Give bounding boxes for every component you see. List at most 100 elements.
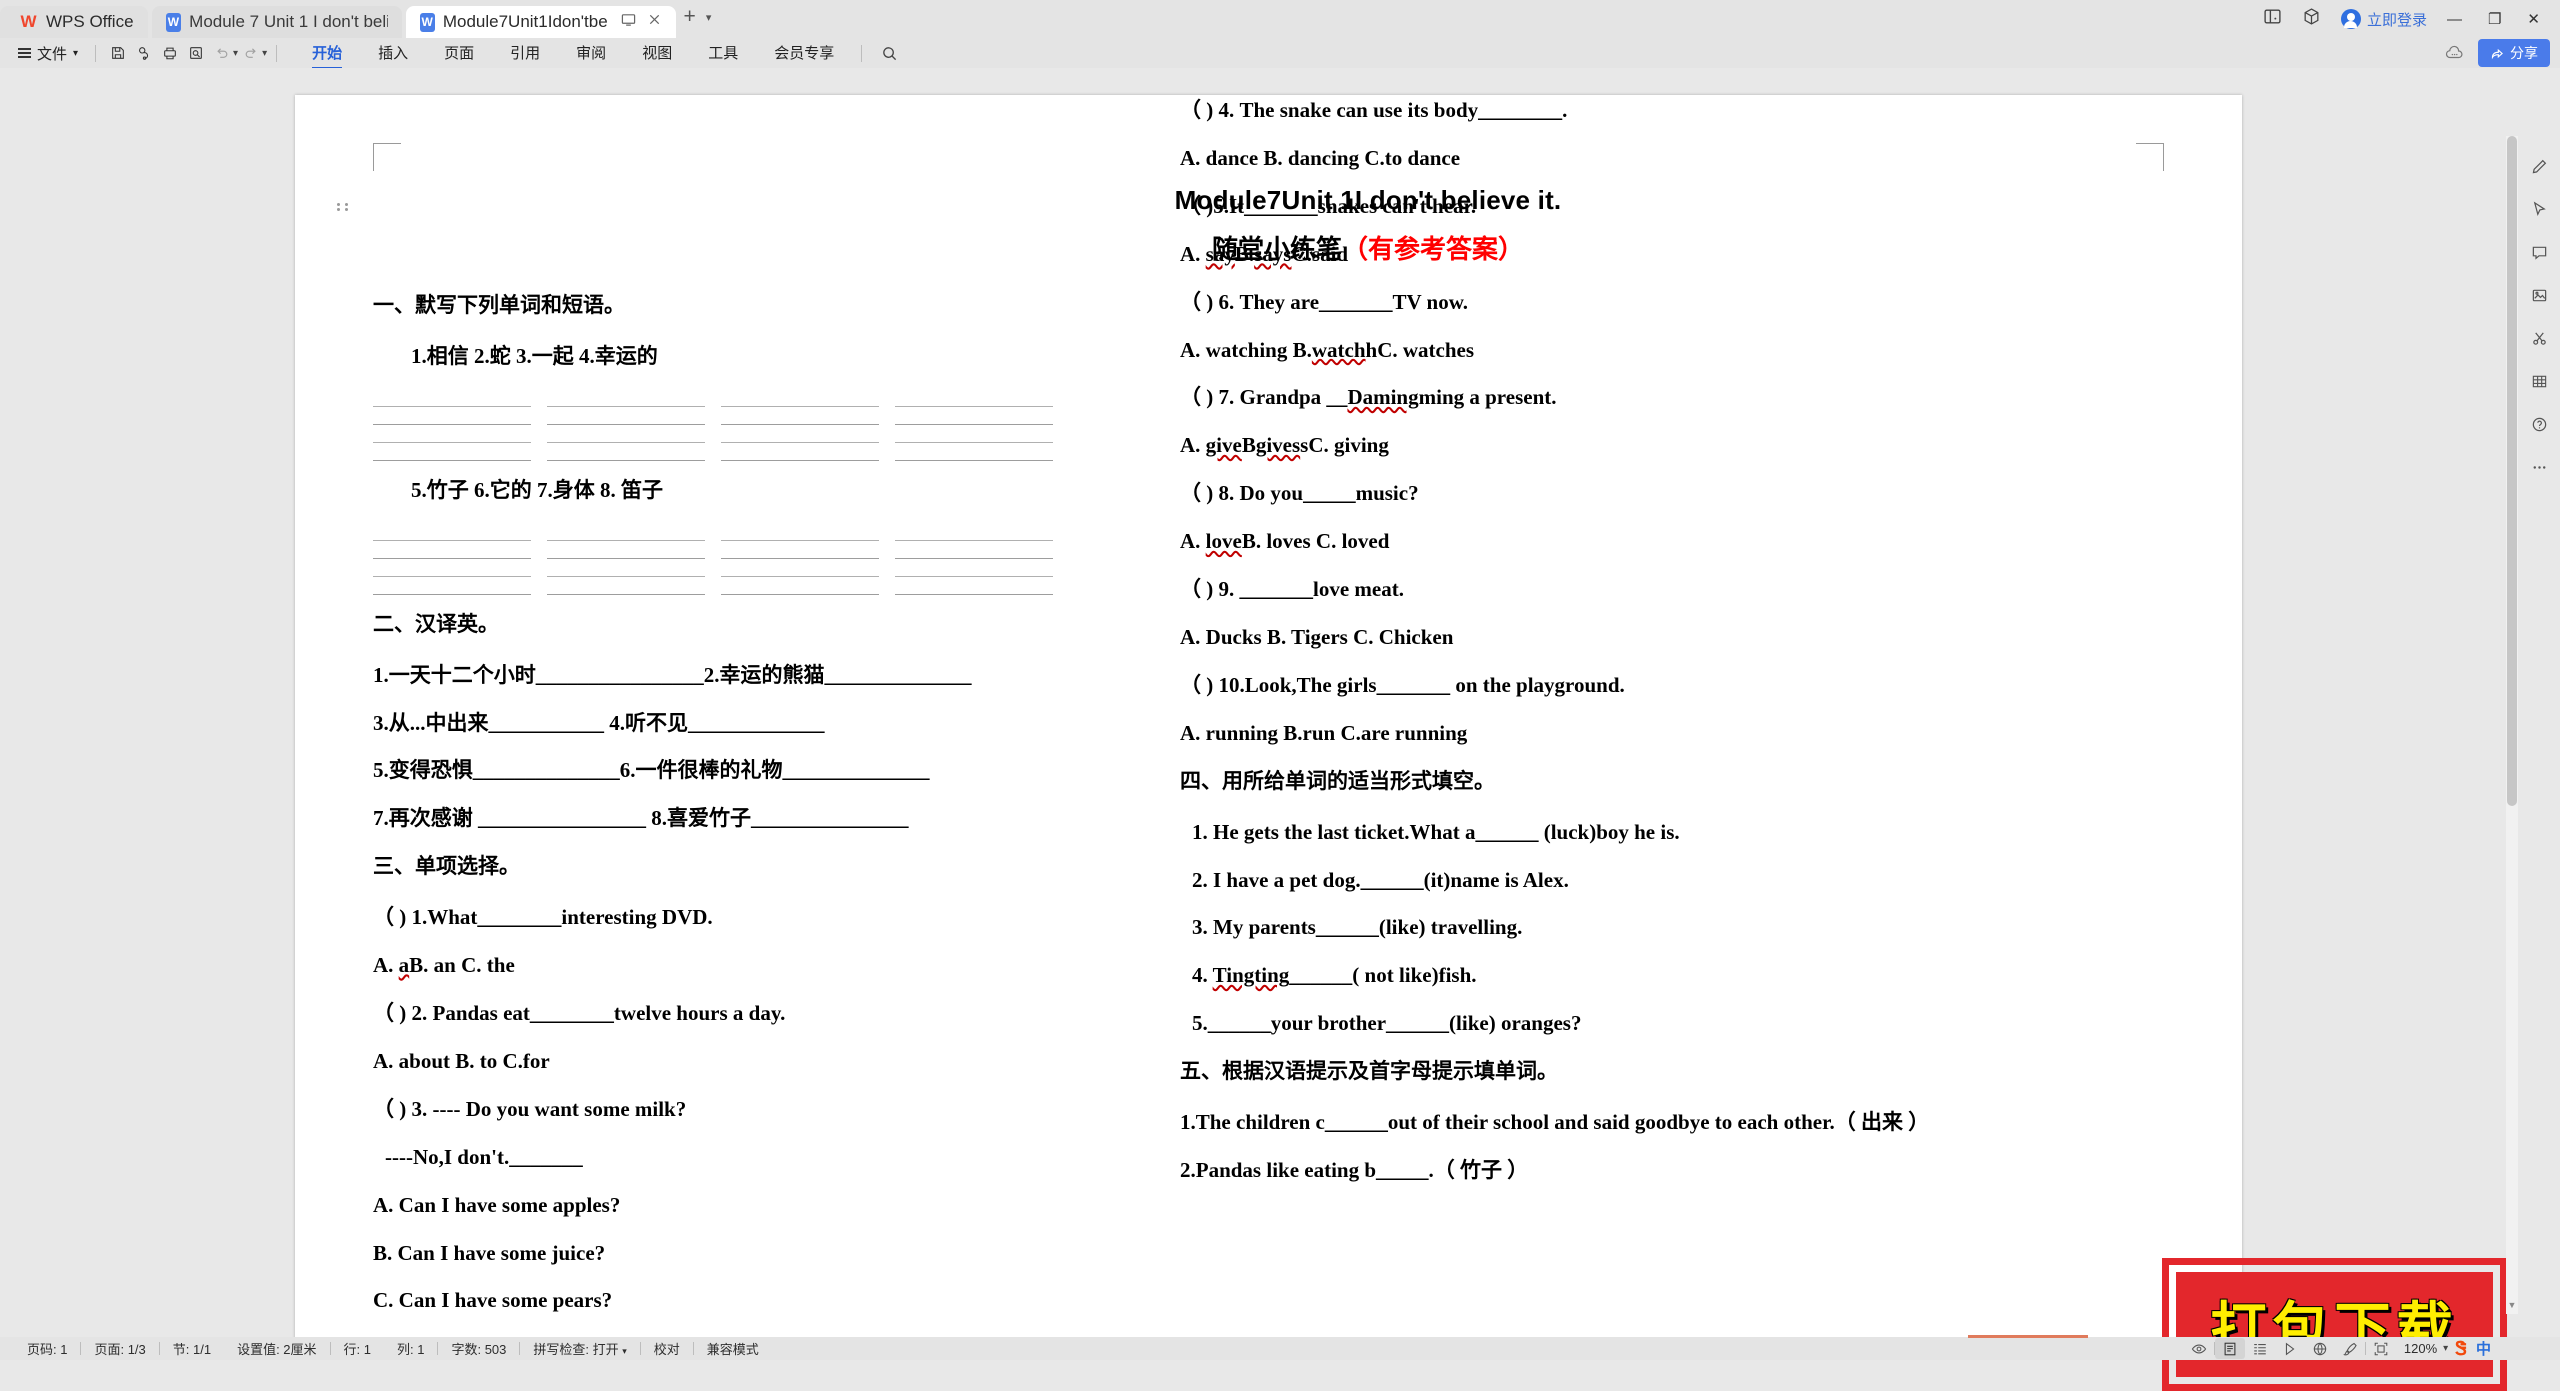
answer-blank[interactable]	[373, 443, 531, 461]
tab-insert[interactable]: 插入	[360, 38, 426, 68]
more-options-icon[interactable]	[2527, 455, 2551, 479]
print-icon[interactable]	[157, 42, 183, 64]
vertical-scrollbar[interactable]: ▲ ▼	[2506, 136, 2518, 1314]
print-preview-icon[interactable]	[183, 42, 209, 64]
file-menu-button[interactable]: 文件 ▾	[10, 43, 86, 64]
help-icon[interactable]	[2527, 412, 2551, 436]
share-button[interactable]: 分享	[2478, 39, 2550, 67]
answer-blank[interactable]	[547, 443, 705, 461]
eye-visibility-icon[interactable]	[2184, 1338, 2214, 1359]
document-tab-1[interactable]: W Module 7 Unit 1 I don't believe it	[152, 6, 402, 38]
maximize-button[interactable]: ❐	[2488, 10, 2501, 28]
answer-blank[interactable]	[373, 425, 531, 443]
status-word-count[interactable]: 字数: 503	[438, 1339, 519, 1358]
wps-office-tab[interactable]: W WPS Office	[0, 6, 148, 38]
answer-blank[interactable]	[895, 577, 1053, 595]
answer-blank[interactable]	[373, 389, 531, 407]
answer-blank[interactable]	[373, 407, 531, 425]
document-line: 1.相信 2.蛇 3.一起 4.幸运的	[373, 341, 1053, 373]
answer-blank[interactable]	[895, 541, 1053, 559]
answer-blank[interactable]	[373, 577, 531, 595]
close-window-button[interactable]: ✕	[2527, 10, 2540, 28]
answer-blank[interactable]	[547, 407, 705, 425]
answer-blank[interactable]	[373, 541, 531, 559]
new-tab-button[interactable]: +	[680, 5, 706, 33]
answer-blank[interactable]	[373, 523, 531, 541]
document-line: A. aB. an C. the	[373, 950, 1053, 982]
undo-icon[interactable]	[209, 42, 235, 64]
answer-blank[interactable]	[547, 559, 705, 577]
view-reading-icon[interactable]	[2275, 1338, 2305, 1359]
answer-blank[interactable]	[895, 523, 1053, 541]
document-tab-2[interactable]: W Module7Unit1Idon'tbelievei	[406, 6, 676, 38]
ime-language-indicator[interactable]: 中	[2476, 1338, 2491, 1359]
comment-icon[interactable]	[2527, 240, 2551, 264]
wps-office-tab-label: WPS Office	[46, 12, 134, 32]
answer-blank[interactable]	[895, 407, 1053, 425]
redo-icon[interactable]	[238, 42, 264, 64]
save-icon[interactable]	[105, 42, 131, 64]
document-line: A. loveB. loves C. loved	[1180, 526, 2170, 558]
answer-blank[interactable]	[547, 577, 705, 595]
sogou-ime-icon[interactable]: Ꮥ	[2455, 1338, 2467, 1360]
edit-pencil-icon[interactable]	[2527, 154, 2551, 178]
cloud-sync-icon[interactable]	[131, 42, 157, 64]
search-icon[interactable]	[881, 45, 898, 62]
cube-3d-icon[interactable]	[2302, 7, 2321, 31]
menu-bar: 文件 ▾ ▾ ▾ 开始 插入 页面 引用 审阅 视图 工具 会员专享 分享	[0, 38, 2560, 68]
sidebar-toggle-icon[interactable]	[2263, 7, 2282, 31]
answer-blank[interactable]	[547, 389, 705, 407]
tab-page[interactable]: 页面	[426, 38, 492, 68]
answer-blank[interactable]	[721, 523, 879, 541]
scrollbar-thumb[interactable]	[2507, 136, 2517, 806]
answer-blank[interactable]	[721, 425, 879, 443]
tab-start[interactable]: 开始	[294, 38, 360, 68]
view-brush-icon[interactable]	[2335, 1338, 2365, 1359]
answer-blank[interactable]	[721, 407, 879, 425]
answer-blank[interactable]	[547, 523, 705, 541]
cloud-status-icon[interactable]	[2444, 42, 2466, 64]
document-page[interactable]: Module7Unit 1I don't believe it. 随堂小练笔（有…	[295, 95, 2242, 1345]
view-page-layout-icon[interactable]	[2215, 1338, 2245, 1359]
view-web-icon[interactable]	[2305, 1338, 2335, 1359]
tab-review[interactable]: 审阅	[558, 38, 624, 68]
tab-list-chevron-down-icon[interactable]: ▾	[706, 11, 712, 28]
status-spellcheck[interactable]: 拼写检查: 打开 ▾	[520, 1339, 639, 1358]
status-row: 行: 1	[331, 1339, 384, 1358]
status-proofread[interactable]: 校对	[641, 1339, 693, 1358]
answer-blank[interactable]	[895, 443, 1053, 461]
download-badge[interactable]: 打包下载	[2162, 1258, 2507, 1391]
answer-blank[interactable]	[721, 559, 879, 577]
answer-blank[interactable]	[721, 577, 879, 595]
answer-blank[interactable]	[547, 425, 705, 443]
answer-blank[interactable]	[373, 559, 531, 577]
answer-blank[interactable]	[721, 443, 879, 461]
quick-access-chevron-down-icon[interactable]: ▾	[262, 48, 267, 59]
tab-view[interactable]: 视图	[624, 38, 690, 68]
answer-blank-grid	[373, 523, 1053, 595]
login-button[interactable]: 立即登录	[2341, 9, 2427, 30]
document-line: （ ) 7. Grandpa __Damingming a present.	[1180, 382, 2170, 414]
view-outline-icon[interactable]	[2245, 1338, 2275, 1359]
picture-icon[interactable]	[2527, 283, 2551, 307]
cursor-select-icon[interactable]	[2527, 197, 2551, 221]
minimize-button[interactable]: —	[2447, 11, 2462, 28]
answer-blank[interactable]	[895, 559, 1053, 577]
scroll-down-arrow-icon[interactable]: ▼	[2506, 1300, 2518, 1314]
tab-reference[interactable]: 引用	[492, 38, 558, 68]
close-icon[interactable]	[647, 12, 662, 32]
zoom-level[interactable]: 120%	[2396, 1341, 2445, 1356]
table-icon[interactable]	[2527, 369, 2551, 393]
present-icon[interactable]	[621, 12, 636, 32]
answer-blank[interactable]	[895, 425, 1053, 443]
answer-blank[interactable]	[721, 389, 879, 407]
tab-member[interactable]: 会员专享	[756, 38, 852, 68]
answer-blank[interactable]	[721, 541, 879, 559]
download-badge-fill: 打包下载	[2176, 1272, 2493, 1377]
scissors-icon[interactable]	[2527, 326, 2551, 350]
document-line: 3.从...中出来___________ 4.听不见_____________	[373, 708, 1053, 740]
fit-page-icon[interactable]	[2366, 1338, 2396, 1359]
tab-tools[interactable]: 工具	[690, 38, 756, 68]
answer-blank[interactable]	[547, 541, 705, 559]
answer-blank[interactable]	[895, 389, 1053, 407]
